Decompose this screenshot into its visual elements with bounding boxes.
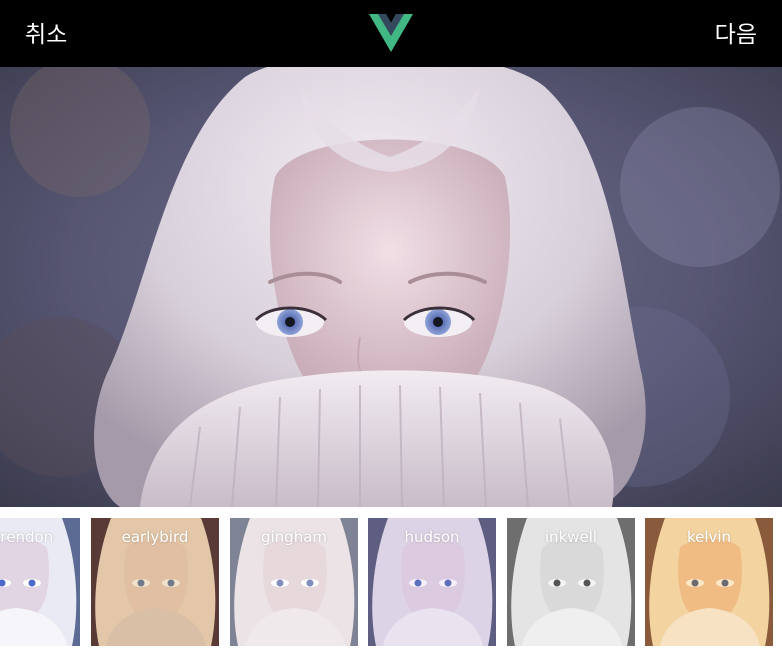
filter-label: earlybird (121, 528, 189, 546)
filter-label: gingham (260, 528, 328, 546)
filter-thumb-clarendon[interactable]: clarendon (0, 518, 80, 646)
vue-logo-icon (369, 14, 413, 52)
filter-label: clarendon (0, 528, 54, 546)
next-button[interactable]: 다음 (715, 20, 757, 50)
filter-thumb-kelvin[interactable]: kelvin (645, 518, 773, 646)
filter-thumb-hudson[interactable]: hudson (368, 518, 496, 646)
filter-thumb-gingham[interactable]: gingham (230, 518, 358, 646)
cancel-button[interactable]: 취소 (25, 20, 67, 50)
filter-strip: clarendon earlybird gingham (0, 518, 782, 646)
filter-thumb-inkwell[interactable]: inkwell (507, 518, 635, 646)
filter-label: kelvin (686, 528, 732, 546)
filter-label: hudson (404, 528, 460, 546)
top-bar: 취소 다음 (0, 0, 782, 67)
main-photo (0, 67, 782, 507)
portrait-image (0, 67, 782, 507)
filter-thumb-earlybird[interactable]: earlybird (91, 518, 219, 646)
filter-label: inkwell (544, 528, 598, 546)
